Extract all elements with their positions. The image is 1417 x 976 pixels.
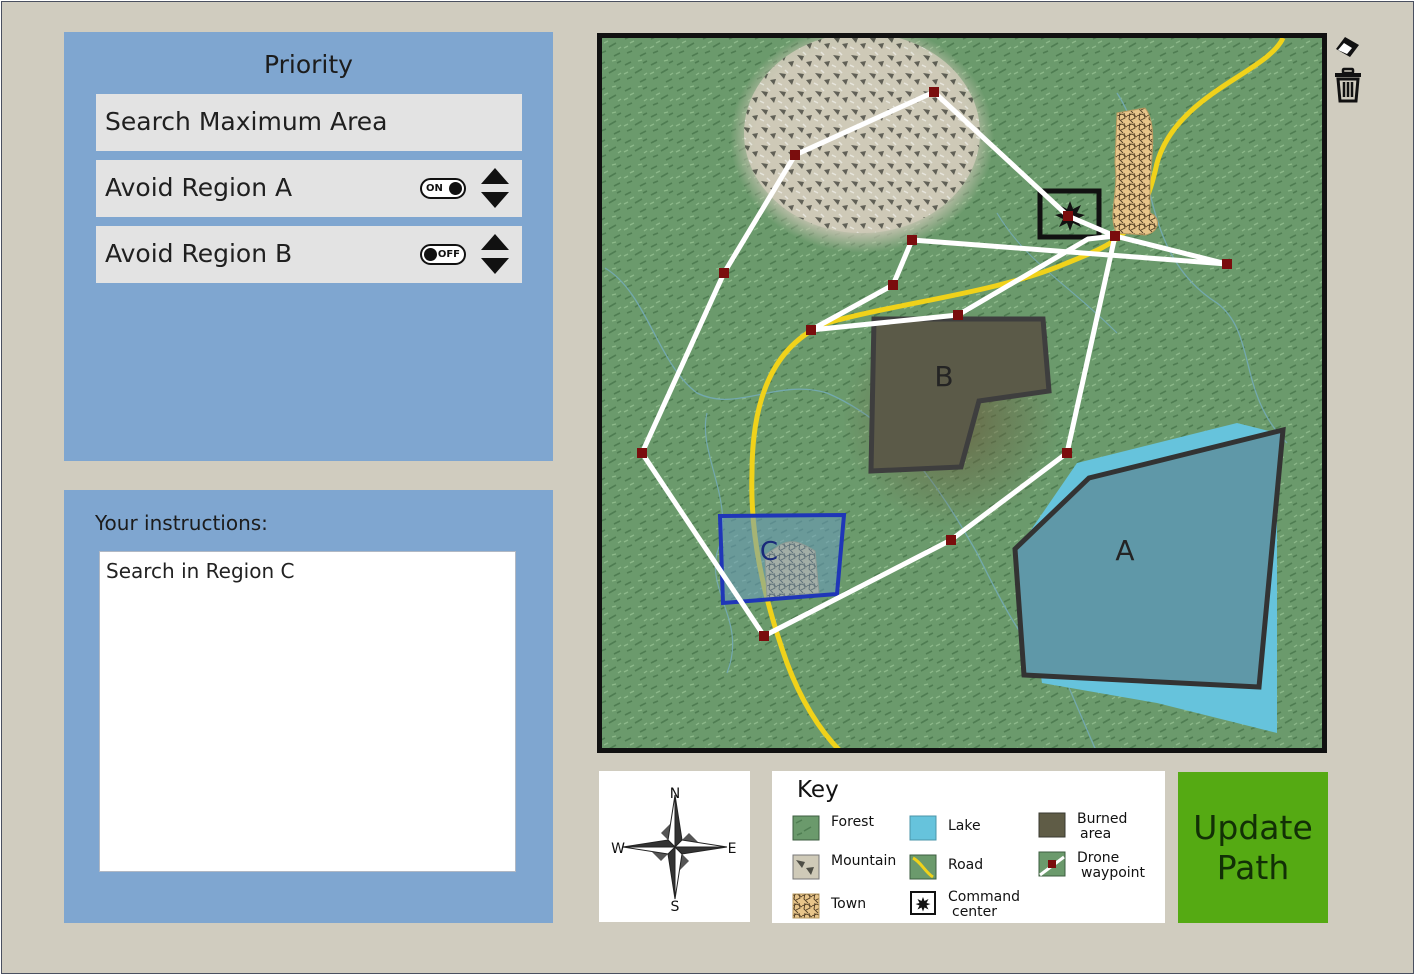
instructions-input[interactable]: Search in Region C (99, 551, 516, 872)
key-command-line2: center (952, 904, 998, 920)
priority-item-avoid-region-b[interactable]: Avoid Region B OFF (96, 226, 522, 283)
app-window: Priority Search Maximum Area Avoid Regio… (1, 1, 1414, 974)
compass-n: N (670, 786, 680, 802)
drone-waypoint[interactable] (719, 268, 729, 278)
compass-s: S (671, 899, 680, 915)
priority-item-search-maximum-area[interactable]: Search Maximum Area (96, 94, 522, 151)
priority-item-label: Search Maximum Area (105, 107, 388, 136)
priority-item-label: Avoid Region B (105, 239, 293, 268)
move-down-arrow-icon[interactable] (481, 192, 509, 208)
mountain-swatch-icon (792, 854, 820, 880)
compass-e: E (728, 841, 737, 857)
compass-w: W (611, 841, 625, 857)
command-center-swatch-icon (910, 891, 936, 915)
avoid-region-a-toggle[interactable]: ON (420, 178, 466, 199)
key-command-line1: Command (948, 889, 1020, 905)
drone-waypoint[interactable] (1063, 211, 1073, 221)
drone-waypoint[interactable] (806, 325, 816, 335)
move-down-arrow-icon[interactable] (481, 258, 509, 274)
priority-title: Priority (264, 50, 353, 79)
toggle-knob (449, 182, 462, 195)
drone-waypoint[interactable] (1062, 448, 1072, 458)
drone-waypoint[interactable] (637, 448, 647, 458)
town-swatch-icon (792, 893, 820, 919)
reorder-arrows-icon[interactable] (481, 168, 509, 208)
lake-swatch-icon (909, 815, 937, 841)
map-canvas[interactable]: A B C (597, 33, 1327, 753)
trash-icon[interactable] (1333, 67, 1363, 103)
forest-swatch-icon (792, 815, 820, 841)
drone-waypoint[interactable] (1222, 259, 1232, 269)
update-path-label-line1: Update (1193, 807, 1313, 847)
region-b-label: B (934, 360, 953, 393)
region-a-label: A (1115, 534, 1134, 567)
toggle-knob (424, 248, 437, 261)
key-road-label: Road (948, 857, 984, 873)
drone-waypoint[interactable] (790, 150, 800, 160)
drone-waypoint[interactable] (953, 310, 963, 320)
mountain-texture (744, 33, 980, 233)
drone-waypoint[interactable] (907, 235, 917, 245)
avoid-region-b-toggle[interactable]: OFF (420, 244, 466, 265)
instructions-panel: Your instructions: Search in Region C (64, 490, 553, 923)
key-command-center-label: Command center (948, 890, 1020, 920)
key-drone-line2: waypoint (1081, 865, 1146, 881)
update-path-label-line2: Path (1216, 847, 1290, 887)
map-key: Key Forest Mountain Town Lake Road Comma… (772, 771, 1165, 923)
toggle-state-text: ON (426, 183, 443, 194)
eraser-icon[interactable] (1333, 33, 1363, 61)
key-mountain-label: Mountain (831, 853, 897, 869)
region-c-label: C (760, 537, 778, 567)
key-burned-line2: area (1080, 826, 1112, 842)
key-drone-line1: Drone (1077, 850, 1120, 866)
key-lake-label: Lake (948, 818, 981, 834)
burned-area-swatch-icon (1038, 812, 1066, 838)
key-burned-area-label: Burned area (1077, 812, 1127, 842)
region-c[interactable] (717, 512, 847, 606)
toggle-state-text: OFF (437, 249, 460, 260)
update-path-button[interactable]: Update Path (1178, 772, 1328, 923)
priority-item-avoid-region-a[interactable]: Avoid Region A ON (96, 160, 522, 217)
move-up-arrow-icon[interactable] (481, 168, 509, 184)
compass-rose: N S E W (599, 771, 750, 922)
town (1112, 107, 1158, 236)
key-town-label: Town (831, 896, 867, 912)
key-drone-waypoint-label: Drone waypoint (1077, 851, 1145, 881)
drone-waypoint[interactable] (1110, 231, 1120, 241)
instructions-label: Your instructions: (95, 511, 268, 535)
drone-waypoint[interactable] (888, 280, 898, 290)
road-swatch-icon (909, 854, 937, 880)
key-title: Key (797, 777, 839, 803)
drone-waypoint[interactable] (929, 87, 939, 97)
key-burned-line1: Burned (1077, 811, 1128, 827)
reorder-arrows-icon[interactable] (481, 234, 509, 274)
move-up-arrow-icon[interactable] (481, 234, 509, 250)
key-forest-label: Forest (831, 814, 874, 830)
priority-item-label: Avoid Region A (105, 173, 293, 202)
drone-waypoint[interactable] (759, 631, 769, 641)
priority-panel: Priority Search Maximum Area Avoid Regio… (64, 32, 553, 461)
drone-waypoint-swatch-icon (1038, 851, 1066, 877)
drone-waypoint[interactable] (946, 535, 956, 545)
